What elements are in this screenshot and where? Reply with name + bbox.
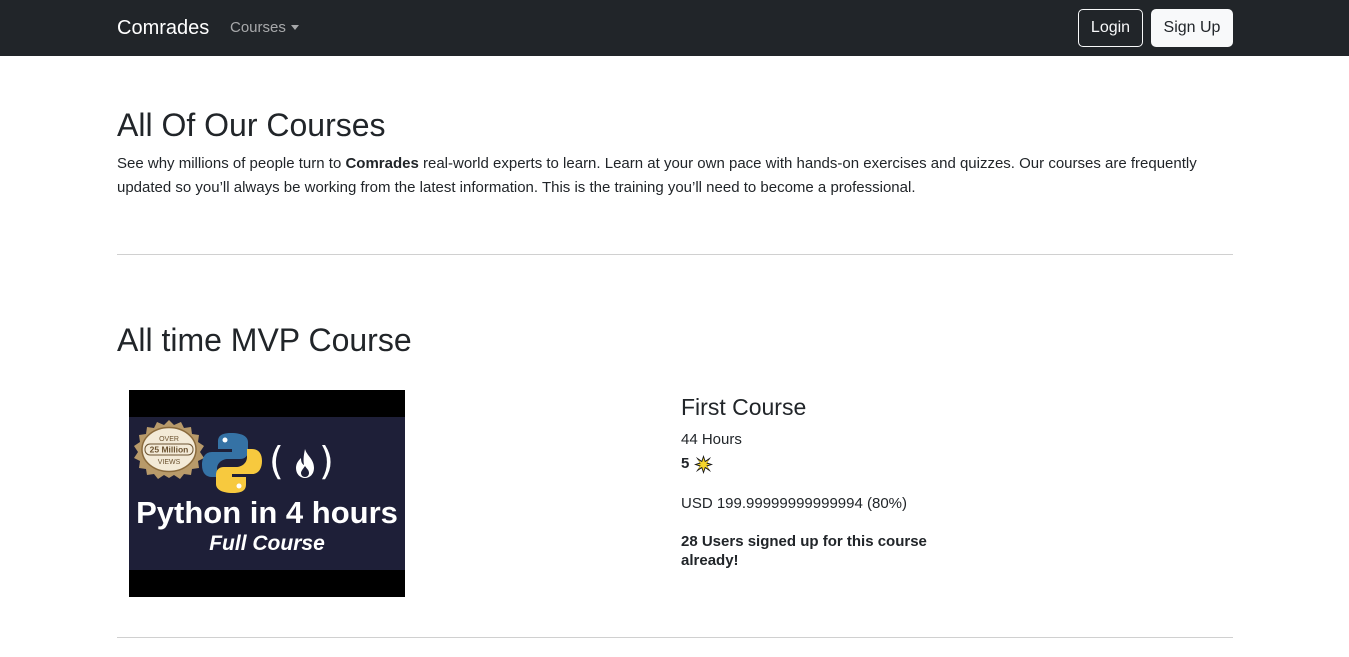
close-paren-glyph: ) <box>319 439 334 483</box>
course-title: First Course <box>681 394 807 420</box>
intro-text-start: See why millions of people turn to <box>117 155 346 172</box>
sparkle-star-icon <box>694 454 714 474</box>
login-button[interactable]: Login <box>1078 9 1143 47</box>
divider <box>117 254 1233 255</box>
open-paren-glyph: ( <box>269 439 284 483</box>
thumbnail-subtitle: Full Course <box>209 532 325 555</box>
course-signups: 28 Users signed up for this course alrea… <box>681 533 927 569</box>
courses-dropdown-label: Courses <box>230 19 286 36</box>
seal-views-text: VIEWS <box>158 459 181 466</box>
rating-value: 5 <box>681 455 690 472</box>
mvp-section-title: All time MVP Course <box>117 322 412 358</box>
seal-over-text: OVER <box>159 436 179 443</box>
intro-brand-name: Comrades <box>345 155 419 172</box>
brand-link[interactable]: Comrades <box>117 15 209 41</box>
python-logo-icon <box>202 433 262 493</box>
course-price: USD 199.99999999999994 (80%) <box>681 495 908 512</box>
seal-count-text: 25 Million <box>150 445 189 455</box>
course-thumbnail[interactable]: OVER 25 Million VIEWS ( ) Python in 4 ho… <box>129 390 405 597</box>
thumbnail-artwork: OVER 25 Million VIEWS ( ) Python in 4 ho… <box>129 417 405 570</box>
intro-paragraph: See why millions of people turn to Comra… <box>117 152 1217 200</box>
page-title: All Of Our Courses <box>117 107 386 143</box>
flame-icon <box>296 449 314 478</box>
thumbnail-title: Python in 4 hours <box>136 495 398 530</box>
caret-down-icon <box>290 24 299 30</box>
courses-dropdown[interactable]: Courses <box>230 18 299 38</box>
views-seal-icon: OVER 25 Million VIEWS <box>134 420 204 479</box>
bottom-divider <box>117 637 1233 638</box>
course-rating: 5 <box>681 454 714 474</box>
course-hours: 44 Hours <box>681 431 742 448</box>
top-navbar: Comrades Courses Login Sign Up <box>0 0 1349 56</box>
signup-button[interactable]: Sign Up <box>1151 9 1233 47</box>
